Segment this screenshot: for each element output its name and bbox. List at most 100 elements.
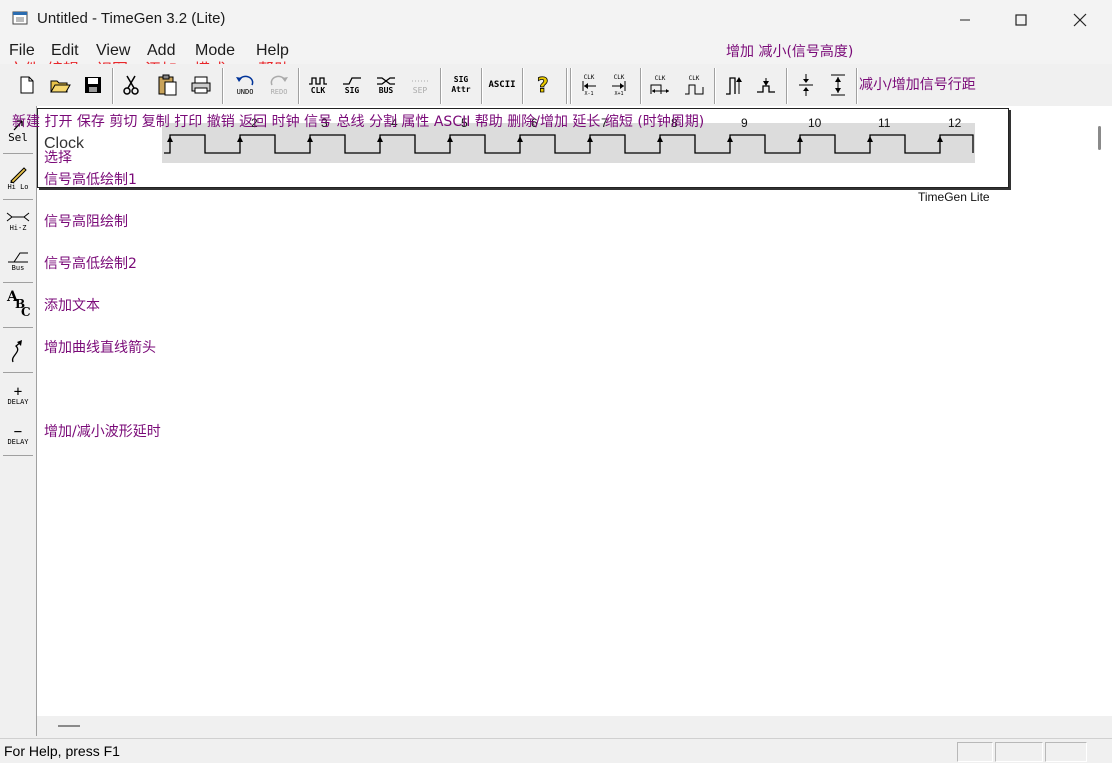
toolbar-separator: [566, 68, 568, 104]
annotation-hiz: 信号高阻绘制: [44, 214, 128, 230]
status-panel: [957, 742, 993, 762]
toolbar-separator: [522, 68, 524, 104]
add-text-tool[interactable]: ABC: [2, 285, 34, 321]
ascii-button[interactable]: ASCII: [486, 70, 518, 100]
delete-clock-cycle-button[interactable]: CLK X-1: [576, 70, 602, 100]
toolbar-separator: [640, 68, 642, 104]
signal-attributes-button[interactable]: SIG Attr: [446, 70, 476, 100]
shorten-period-icon: [685, 84, 704, 94]
curved-arrow-icon: [11, 340, 22, 363]
bus-tool-label: Bus: [11, 264, 25, 272]
decrease-height-icon: [757, 78, 775, 93]
app-icon: [12, 10, 28, 26]
vertical-scrollbar[interactable]: [1089, 106, 1112, 716]
decrease-row-spacing-button[interactable]: [792, 70, 820, 100]
toolbar-separator: [856, 68, 858, 104]
xplus-label: X+1: [614, 90, 624, 97]
hiz-wave-icon: [6, 212, 30, 222]
expand-right-arrow-icon: [612, 80, 626, 91]
new-file-button[interactable]: [14, 70, 40, 100]
window-title: Untitled - TimeGen 3.2 (Lite): [37, 10, 226, 27]
scissors-icon: [123, 75, 139, 95]
decrease-delay-tool[interactable]: − DELAY: [2, 418, 34, 454]
bus-label: BUS: [378, 85, 394, 95]
save-button[interactable]: [80, 70, 106, 100]
svg-text:C: C: [21, 305, 31, 318]
minimize-button[interactable]: [942, 0, 988, 40]
hilo-draw-tool-2[interactable]: Bus: [2, 243, 34, 279]
hiz-draw-tool[interactable]: Hi-Z: [2, 203, 34, 239]
increase-delay-tool[interactable]: + DELAY: [2, 378, 34, 414]
toolbar-separator: [481, 68, 483, 104]
maximize-button[interactable]: [998, 0, 1044, 40]
undo-button[interactable]: UNDO: [230, 70, 260, 100]
toolbar-separator: [112, 68, 114, 104]
vertical-scroll-thumb[interactable]: [1098, 126, 1101, 150]
close-button[interactable]: [1057, 0, 1103, 40]
bus-draw-icon: [8, 252, 28, 263]
status-panel: [995, 742, 1043, 762]
annotation-text: 添加文本: [44, 298, 100, 314]
clk-small-label: CLK: [583, 73, 595, 81]
select-tool-label: Sel: [8, 130, 28, 144]
hilo-draw-tool[interactable]: Hi Lo: [2, 160, 34, 196]
print-button[interactable]: [188, 70, 214, 100]
left-toolbar-separator: [3, 282, 33, 283]
toolbar-separator: [222, 68, 224, 104]
arrow-tool[interactable]: [2, 333, 34, 369]
undo-label: UNDO: [236, 88, 254, 96]
cut-button[interactable]: [118, 70, 144, 100]
toolbar-separator: [440, 68, 442, 104]
copy-button[interactable]: [154, 70, 180, 100]
annotation-signal-height: 增加 减小(信号高度): [726, 44, 854, 60]
help-question-icon: ?: [537, 74, 549, 96]
sep-label: SEP: [412, 85, 428, 95]
annotation-select: 选择: [44, 150, 72, 166]
redo-label: REDO: [270, 88, 288, 96]
separator-dots-icon: [412, 80, 428, 81]
lengthen-clock-period-button[interactable]: CLK: [646, 70, 674, 100]
tick-label: 10: [808, 116, 822, 130]
hilo-tool-label: Hi Lo: [7, 183, 29, 191]
printer-icon: [191, 76, 211, 94]
toolbar-separator: [786, 68, 788, 104]
svg-text:?: ?: [537, 74, 549, 96]
decrease-signal-height-button[interactable]: [752, 70, 780, 100]
help-button[interactable]: ?: [530, 70, 556, 100]
redo-button[interactable]: REDO: [264, 70, 294, 100]
toolbar-separator: [298, 68, 300, 104]
left-toolbar-separator: [3, 372, 33, 373]
undo-arrow-icon: [236, 75, 254, 86]
compress-spacing-icon: [799, 74, 813, 96]
new-file-icon: [20, 76, 34, 94]
plus-icon: +: [13, 384, 23, 400]
add-separator-button[interactable]: SEP: [406, 70, 434, 100]
shorten-clock-period-button[interactable]: CLK: [680, 70, 708, 100]
annotation-arrow: 增加曲线直线箭头: [44, 340, 156, 356]
horizontal-scroll-thumb[interactable]: [58, 725, 80, 727]
add-bus-button[interactable]: BUS: [372, 70, 400, 100]
add-signal-button[interactable]: SIG: [338, 70, 366, 100]
add-clock-cycle-button[interactable]: CLK X+1: [606, 70, 632, 100]
expand-spacing-icon: [831, 74, 845, 96]
clipboard-icon: [158, 74, 177, 96]
redo-arrow-icon: [270, 75, 288, 86]
delay-minus-label: DELAY: [7, 438, 29, 446]
delay-plus-label: DELAY: [7, 398, 29, 406]
horizontal-scrollbar[interactable]: [37, 716, 1112, 737]
ascii-label: ASCII: [488, 80, 516, 90]
toolbar-separator: [714, 68, 716, 104]
toolbar-separator: [570, 68, 572, 104]
save-disk-icon: [85, 77, 101, 93]
pencil-icon: [10, 167, 27, 183]
open-button[interactable]: [47, 70, 73, 100]
watermark: TimeGen Lite: [918, 190, 990, 204]
sig-attr-label-bottom: Attr: [451, 85, 471, 94]
annotation-row-spacing: 减小/增加信号行距: [859, 77, 976, 93]
increase-row-spacing-button[interactable]: [824, 70, 852, 100]
sig-label: SIG: [344, 85, 360, 95]
left-toolbar-separator: [3, 199, 33, 200]
left-toolbar-separator: [3, 327, 33, 328]
add-clock-button[interactable]: CLK: [304, 70, 332, 100]
increase-signal-height-button[interactable]: [720, 70, 748, 100]
